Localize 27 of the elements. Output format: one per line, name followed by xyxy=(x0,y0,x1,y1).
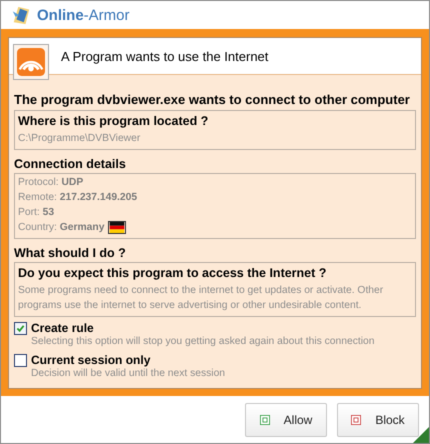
explanation-text: Some programs need to connect to the internet to get updates or activate. Other programs use the internet to serve advertising or other undesirable content. xyxy=(18,284,384,313)
question-text: Do you expect this program to access the Internet ? xyxy=(18,265,328,282)
allow-button[interactable]: Allow xyxy=(245,402,327,436)
square-icon xyxy=(351,414,362,424)
connection-detail: Country: Germany xyxy=(18,221,104,235)
logo-icon xyxy=(11,4,31,26)
option-label: Create rule xyxy=(31,321,94,335)
square-icon xyxy=(260,414,270,424)
checkbox[interactable] xyxy=(14,322,27,334)
block-button[interactable]: Block xyxy=(337,402,419,436)
location-heading: Where is this program located ? xyxy=(18,113,210,130)
checkbox[interactable] xyxy=(14,354,27,366)
connection-heading: Connection details xyxy=(14,156,127,173)
connection-detail: Port: 53 xyxy=(18,206,54,220)
signal-icon xyxy=(17,48,45,76)
program-message: The program dvbviewer.exe wants to connect to other computer xyxy=(14,93,411,107)
decision-heading: What should I do ? xyxy=(14,245,127,262)
option-description: Selecting this option will stop you getting asked again about this connection xyxy=(30,335,376,349)
option-label: Current session only xyxy=(31,353,150,367)
corner-grip-icon xyxy=(413,427,429,443)
connection-detail: Protocol: UDP xyxy=(18,176,84,190)
program-path: C:\Programme\DVBViewer xyxy=(18,132,142,146)
connection-detail: Remote: 217.237.149.205 xyxy=(18,191,138,205)
option-description: Decision will be valid until the next session xyxy=(30,367,226,381)
dialog-title: A Program wants to use the Internet xyxy=(61,48,268,64)
flag-icon xyxy=(108,221,126,234)
app-logo: Online-Armor xyxy=(37,6,130,24)
